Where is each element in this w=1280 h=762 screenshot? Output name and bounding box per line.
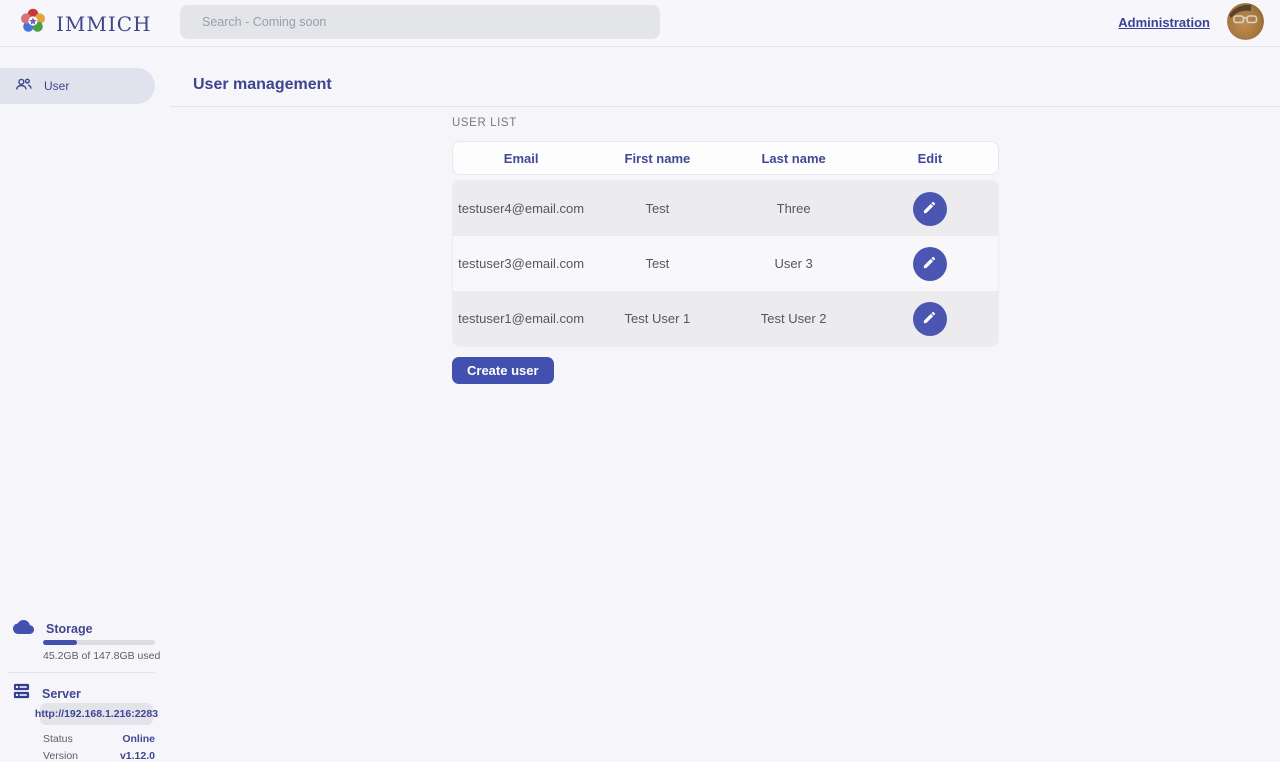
sidebar-item-label: User [44, 79, 69, 93]
page-title: User management [193, 76, 332, 94]
edit-user-button[interactable] [913, 247, 947, 281]
pencil-icon [922, 310, 937, 328]
user-table: Email First name Last name Edit testuser… [452, 141, 999, 347]
logo-wordmark: IMMICH [56, 12, 152, 36]
version-label: Version [43, 750, 78, 762]
storage-progress-bar [43, 640, 155, 645]
cell-first-name: Test [589, 201, 725, 216]
server-icon [13, 683, 30, 704]
table-header-row: Email First name Last name Edit [452, 141, 999, 175]
immich-flower-icon [18, 6, 48, 41]
cell-last-name: Test User 2 [726, 311, 862, 326]
version-value: v1.12.0 [120, 750, 155, 762]
server-version-row: Version v1.12.0 [43, 750, 155, 762]
column-header-first-name: First name [589, 151, 725, 166]
storage-title: Storage [46, 622, 93, 636]
cell-last-name: Three [726, 201, 862, 216]
user-avatar[interactable] [1227, 3, 1264, 40]
edit-user-button[interactable] [913, 192, 947, 226]
cell-first-name: Test [589, 256, 725, 271]
sidebar-divider [8, 672, 155, 673]
administration-link[interactable]: Administration [1118, 15, 1210, 30]
storage-usage-text: 45.2GB of 147.8GB used [43, 650, 160, 662]
pencil-icon [922, 255, 937, 273]
column-header-edit: Edit [862, 151, 998, 166]
app-logo[interactable]: IMMICH [18, 6, 152, 41]
sidebar: User Storage 45.2GB of 147.8GB used [0, 47, 155, 730]
cell-last-name: User 3 [726, 256, 862, 271]
main-content: User management USER LIST Email First na… [155, 47, 1280, 730]
status-label: Status [43, 733, 73, 745]
server-url-badge: http://192.168.1.216:2283 [40, 703, 153, 725]
table-row: testuser4@email.com Test Three [453, 181, 998, 236]
cell-first-name: Test User 1 [589, 311, 725, 326]
title-divider [170, 106, 1280, 107]
edit-user-button[interactable] [913, 302, 947, 336]
users-icon [15, 77, 32, 96]
cloud-icon [13, 619, 34, 639]
create-user-button[interactable]: Create user [452, 357, 554, 384]
table-row: testuser3@email.com Test User 3 [453, 236, 998, 291]
status-value: Online [122, 733, 155, 745]
server-status-row: Status Online [43, 733, 155, 745]
storage-widget: Storage 45.2GB of 147.8GB used [0, 619, 155, 639]
pencil-icon [922, 200, 937, 218]
column-header-email: Email [453, 151, 589, 166]
server-widget: Server http://192.168.1.216:2283 Status … [0, 683, 155, 704]
user-list-label: USER LIST [452, 117, 517, 129]
sidebar-item-user[interactable]: User [0, 68, 155, 104]
cell-email: testuser1@email.com [453, 311, 589, 326]
cell-email: testuser4@email.com [453, 201, 589, 216]
top-navbar: IMMICH Administration [0, 0, 1280, 47]
cell-email: testuser3@email.com [453, 256, 589, 271]
immich-admin-page: IMMICH Administration [0, 0, 1280, 730]
server-title: Server [42, 687, 81, 701]
storage-progress-fill [43, 640, 77, 645]
column-header-last-name: Last name [726, 151, 862, 166]
table-row: testuser1@email.com Test User 1 Test Use… [453, 291, 998, 346]
table-body: testuser4@email.com Test Three [452, 180, 999, 347]
search-input[interactable] [180, 5, 660, 39]
